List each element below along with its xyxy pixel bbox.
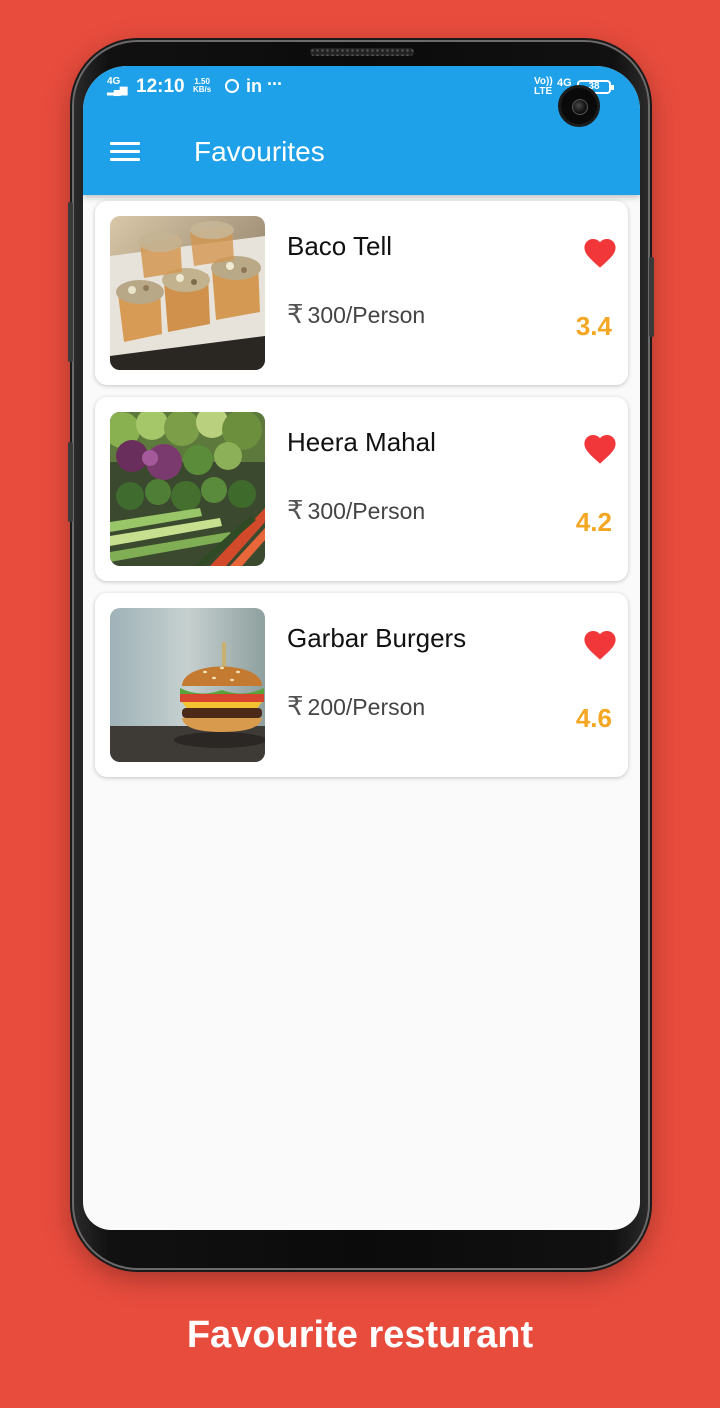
front-camera: [558, 85, 600, 127]
heart-icon[interactable]: [583, 433, 617, 465]
more-notifications-icon: ···: [267, 74, 283, 94]
status-bar: 4G ▂▄▆ 12:10 1.50 KB/s in ··· Vo)) LTE 4…: [83, 66, 640, 110]
heart-icon[interactable]: [583, 629, 617, 661]
earpiece-speaker: [310, 48, 414, 56]
restaurant-name: Baco Tell: [287, 231, 393, 261]
restaurant-name: Garbar Burgers: [287, 623, 467, 653]
restaurant-price: ₹300/Person: [287, 299, 425, 330]
whatsapp-icon: [225, 79, 239, 93]
rating-value: 4.2: [575, 507, 612, 537]
rating-value: 4.6: [575, 703, 612, 733]
speed-unit: KB/s: [193, 85, 212, 94]
app-bar: 4G ▂▄▆ 12:10 1.50 KB/s in ··· Vo)) LTE 4…: [83, 66, 640, 195]
page-title: Favourites: [194, 136, 325, 167]
restaurant-name: Heera Mahal: [287, 427, 436, 457]
vegetables-photo: [110, 412, 265, 566]
hamburger-menu-icon[interactable]: [110, 140, 142, 164]
price-per-person: 200/Person: [307, 694, 426, 720]
restaurant-card[interactable]: Baco Tell ₹300/Person 3.4: [95, 201, 628, 385]
signal-icon: 4G ▂▄▆: [107, 76, 127, 96]
restaurant-price: ₹300/Person: [287, 495, 425, 526]
restaurant-card[interactable]: Garbar Burgers ₹200/Person 4.6: [95, 593, 628, 777]
price-per-person: 300/Person: [307, 498, 426, 524]
rupee-icon: ₹: [287, 299, 304, 329]
volte-icon: Vo)) LTE: [534, 77, 553, 97]
phone-screen: 4G ▂▄▆ 12:10 1.50 KB/s in ··· Vo)) LTE 4…: [83, 66, 640, 1230]
bixby-button: [68, 442, 73, 522]
burger-photo: [110, 608, 265, 762]
network-speed: 1.50 KB/s: [193, 78, 211, 94]
lte-label: LTE: [534, 86, 553, 97]
heart-icon[interactable]: [583, 237, 617, 269]
restaurant-card[interactable]: Heera Mahal ₹300/Person 4.2: [95, 397, 628, 581]
taco-cups-photo: [110, 216, 265, 370]
rating-value: 3.4: [575, 311, 612, 341]
clock: 12:10: [136, 76, 185, 97]
rupee-icon: ₹: [287, 691, 304, 721]
rupee-icon: ₹: [287, 495, 304, 525]
promo-caption: Favourite resturant: [186, 1314, 534, 1356]
linkedin-icon: in: [246, 76, 262, 96]
volume-button: [68, 202, 73, 362]
power-button: [649, 257, 654, 337]
restaurant-price: ₹200/Person: [287, 691, 425, 722]
price-per-person: 300/Person: [307, 302, 426, 328]
